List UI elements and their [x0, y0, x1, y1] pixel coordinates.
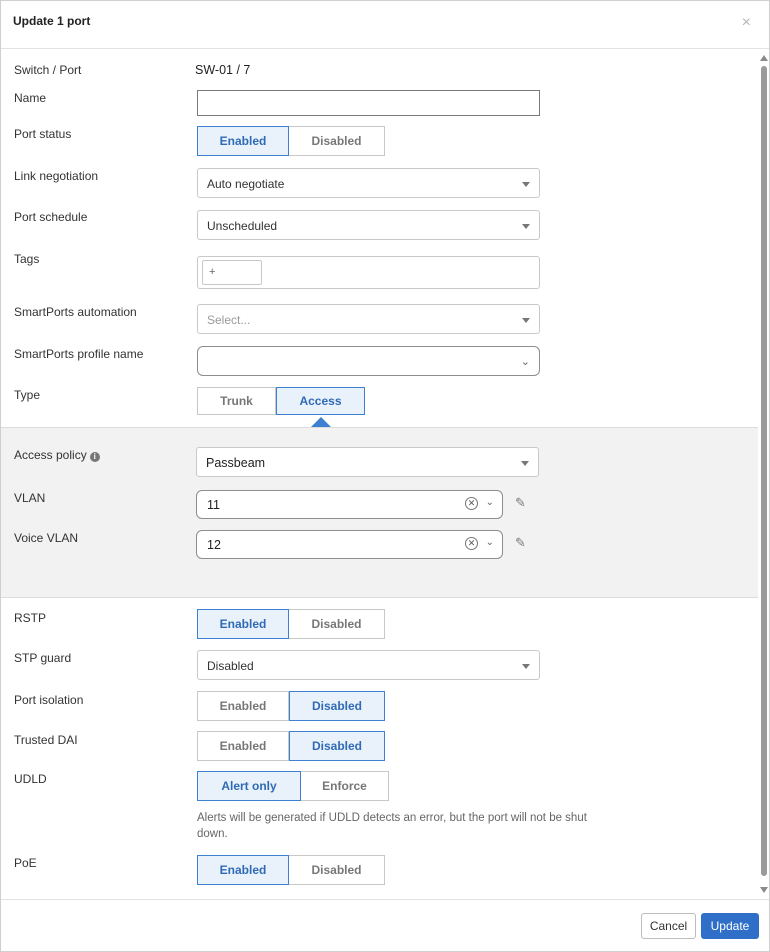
poe-disabled-button[interactable]: Disabled [289, 855, 385, 885]
voice-vlan-select[interactable]: 12 ✕ ⌄ [196, 530, 503, 559]
access-policy-select[interactable]: Passbeam [196, 447, 539, 477]
info-icon[interactable]: i [89, 452, 100, 462]
name-label: Name [14, 91, 47, 105]
chevron-down-icon: ⌄ [520, 356, 530, 368]
vlan-select[interactable]: 11 ✕ ⌄ [196, 490, 503, 519]
dialog-header: Update 1 port × [1, 1, 769, 49]
trusted-dai-disabled-button[interactable]: Disabled [289, 731, 385, 761]
access-settings-section: Access policy i Passbeam VLAN 11 ✕ ⌄ ✎ Vo… [1, 427, 758, 598]
cancel-button[interactable]: Cancel [641, 913, 696, 939]
poe-label: PoE [14, 856, 37, 870]
port-isolation-toggle: Enabled Disabled [197, 691, 385, 721]
update-port-dialog: Update 1 port × Switch / Port SW-01 / 7 … [0, 0, 770, 952]
trusted-dai-toggle: Enabled Disabled [197, 731, 385, 761]
smartports-profile-label: SmartPorts profile name [14, 347, 144, 361]
dialog-body: Switch / Port SW-01 / 7 Name Port status… [1, 50, 758, 900]
chevron-down-icon[interactable]: ⌄ [486, 497, 494, 508]
access-policy-label: Access policy i [14, 448, 100, 462]
access-policy-label-text: Access policy [14, 448, 87, 462]
type-trunk-button[interactable]: Trunk [197, 387, 276, 415]
rstp-disabled-button[interactable]: Disabled [289, 609, 385, 639]
vlan-value: 11 [207, 498, 220, 512]
close-icon[interactable]: × [742, 14, 751, 32]
voice-vlan-label: Voice VLAN [14, 531, 79, 545]
rstp-enabled-button[interactable]: Enabled [197, 609, 289, 639]
udld-enforce-button[interactable]: Enforce [301, 771, 389, 801]
port-schedule-label: Port schedule [14, 210, 88, 224]
edit-voice-vlan-pencil-icon[interactable]: ✎ [515, 535, 526, 551]
udld-toggle: Alert only Enforce [197, 771, 389, 801]
clear-icon[interactable]: ✕ [465, 537, 478, 550]
access-policy-value: Passbeam [206, 456, 266, 470]
trusted-dai-label: Trusted DAI [14, 733, 78, 747]
port-schedule-value: Unscheduled [207, 219, 278, 233]
type-access-button[interactable]: Access [276, 387, 365, 415]
port-isolation-enabled-button[interactable]: Enabled [197, 691, 289, 721]
dialog-footer: Cancel Update [1, 899, 769, 951]
udld-help-text: Alerts will be generated if UDLD detects… [197, 812, 587, 840]
udld-label: UDLD [14, 772, 47, 786]
caret-down-icon [522, 224, 530, 229]
poe-toggle: Enabled Disabled [197, 855, 385, 885]
scrollbar-thumb[interactable] [761, 66, 767, 876]
caret-down-icon [521, 461, 529, 466]
caret-down-icon [522, 664, 530, 669]
link-negotiation-select[interactable]: Auto negotiate [197, 168, 540, 198]
update-button[interactable]: Update [701, 913, 759, 939]
type-label: Type [14, 388, 41, 402]
stp-guard-label: STP guard [14, 651, 72, 665]
clear-icon[interactable]: ✕ [465, 497, 478, 510]
tags-label: Tags [14, 252, 40, 266]
add-tag-button[interactable]: + [202, 260, 262, 285]
chevron-down-icon[interactable]: ⌄ [486, 537, 494, 548]
udld-alert-only-button[interactable]: Alert only [197, 771, 301, 801]
rstp-label: RSTP [14, 611, 47, 625]
stp-guard-value: Disabled [207, 659, 254, 673]
link-negotiation-value: Auto negotiate [207, 177, 285, 191]
edit-vlan-pencil-icon[interactable]: ✎ [515, 495, 526, 511]
smartports-automation-label: SmartPorts automation [14, 305, 137, 319]
poe-enabled-button[interactable]: Enabled [197, 855, 289, 885]
smartports-automation-select[interactable]: Select... [197, 304, 540, 334]
port-isolation-label: Port isolation [14, 693, 84, 707]
scroll-up-arrow-icon[interactable] [760, 55, 768, 61]
rstp-toggle: Enabled Disabled [197, 609, 385, 639]
caret-down-icon [522, 182, 530, 187]
port-isolation-disabled-button[interactable]: Disabled [289, 691, 385, 721]
voice-vlan-value: 12 [207, 538, 221, 552]
name-input[interactable] [197, 90, 540, 116]
switch-port-value: SW-01 / 7 [195, 63, 251, 77]
switch-port-label: Switch / Port [14, 63, 82, 77]
port-status-toggle: Enabled Disabled [197, 126, 385, 156]
link-negotiation-label: Link negotiation [14, 169, 99, 183]
port-schedule-select[interactable]: Unscheduled [197, 210, 540, 240]
port-status-disabled-button[interactable]: Disabled [289, 126, 385, 156]
vlan-label: VLAN [14, 491, 46, 505]
type-toggle: Trunk Access [197, 387, 365, 415]
caret-down-icon [522, 318, 530, 323]
trusted-dai-enabled-button[interactable]: Enabled [197, 731, 289, 761]
smartports-automation-placeholder: Select... [207, 313, 251, 327]
scrollbar[interactable] [758, 50, 770, 899]
type-selection-pointer [311, 417, 331, 427]
tags-input[interactable]: + [197, 256, 540, 289]
dialog-title: Update 1 port [13, 14, 91, 28]
port-status-enabled-button[interactable]: Enabled [197, 126, 289, 156]
scroll-down-arrow-icon[interactable] [760, 887, 768, 893]
port-status-label: Port status [14, 127, 72, 141]
smartports-profile-select[interactable]: ⌄ [197, 346, 540, 376]
stp-guard-select[interactable]: Disabled [197, 650, 540, 680]
